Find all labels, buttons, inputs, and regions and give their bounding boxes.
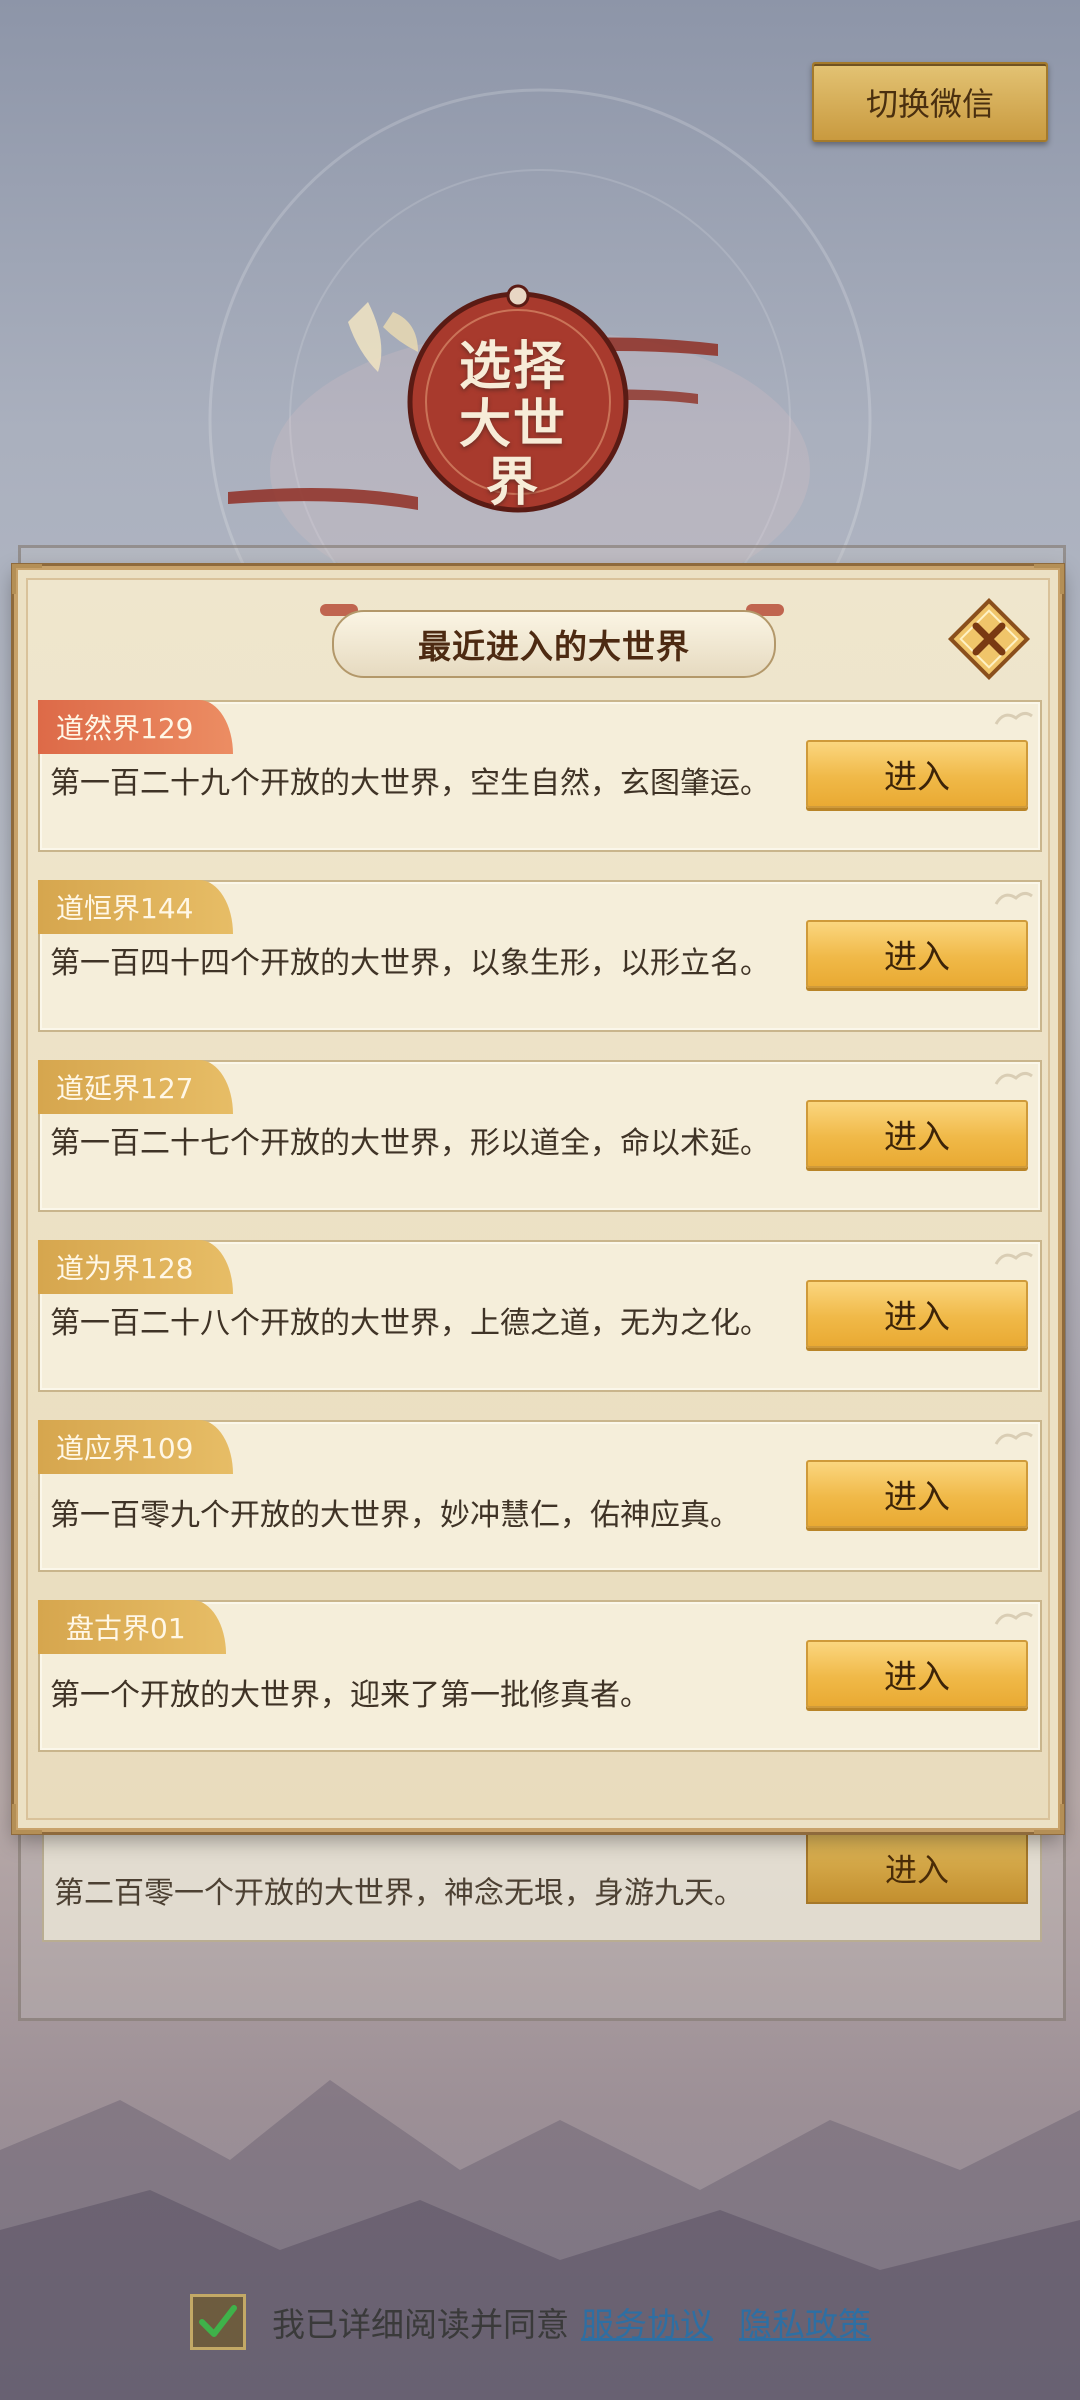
- world-description: 第一百二十七个开放的大世界，形以道全，命以术延。: [50, 1126, 770, 1161]
- world-description: 第一百四十四个开放的大世界，以象生形，以形立名。: [50, 946, 770, 981]
- enter-world-button[interactable]: 进入: [806, 1640, 1028, 1708]
- cloud-ornament-icon: [994, 1611, 1033, 1625]
- agreement-row: 我已详细阅读并同意 服务协议 隐私政策: [190, 2290, 871, 2354]
- world-description: 第一百二十八个开放的大世界，上德之道，无为之化。: [50, 1306, 770, 1341]
- close-icon[interactable]: [946, 596, 1032, 682]
- agreement-checkbox[interactable]: [190, 2294, 246, 2350]
- modal-title: 最近进入的大世界: [332, 610, 776, 678]
- service-agreement-link[interactable]: 服务协议: [581, 2298, 713, 2346]
- world-name-tag: 道恒界144: [38, 880, 234, 934]
- corner-ornament: [12, 1804, 42, 1834]
- privacy-policy-link[interactable]: 隐私政策: [739, 2298, 871, 2346]
- world-card: 盘古界01 第一个开放的大世界，迎来了第一批修真者。 进入: [38, 1600, 1042, 1752]
- enter-world-button[interactable]: 进入: [806, 920, 1028, 988]
- world-card: 道然界129 第一百二十九个开放的大世界，空生自然，玄图肇运。 进入: [38, 700, 1042, 852]
- cloud-ornament-icon: [994, 711, 1033, 725]
- world-card: 道应界109 第一百零九个开放的大世界，妙冲慧仁，佑神应真。 进入: [38, 1420, 1042, 1572]
- enter-world-button[interactable]: 进入: [806, 740, 1028, 808]
- corner-ornament: [1034, 1804, 1064, 1834]
- world-description: 第一个开放的大世界，迎来了第一批修真者。: [50, 1678, 650, 1713]
- cloud-ornament-icon: [994, 1071, 1033, 1085]
- world-name-tag: 盘古界01: [38, 1600, 226, 1654]
- world-card: 道延界127 第一百二十七个开放的大世界，形以道全，命以术延。 进入: [38, 1060, 1042, 1212]
- cloud-ornament-icon: [994, 1251, 1033, 1265]
- cloud-ornament-icon: [994, 891, 1033, 905]
- world-name-tag: 道延界127: [38, 1060, 234, 1114]
- checkmark-icon: [199, 2305, 237, 2337]
- enter-world-button[interactable]: 进入: [806, 1100, 1028, 1168]
- background-world-desc: 第二百零一个开放的大世界，神念无垠，身游九天。: [54, 1876, 744, 1911]
- emblem-title: 选择大世界: [458, 336, 567, 513]
- corner-ornament: [1034, 564, 1064, 594]
- enter-world-button[interactable]: 进入: [806, 1280, 1028, 1348]
- world-description: 第一百二十九个开放的大世界，空生自然，玄图肇运。: [50, 766, 770, 801]
- enter-world-button[interactable]: 进入: [806, 1460, 1028, 1528]
- world-card: 道为界128 第一百二十八个开放的大世界，上德之道，无为之化。 进入: [38, 1240, 1042, 1392]
- world-description: 第一百零九个开放的大世界，妙冲慧仁，佑神应真。: [50, 1498, 740, 1533]
- world-card: 道恒界144 第一百四十四个开放的大世界，以象生形，以形立名。 进入: [38, 880, 1042, 1032]
- switch-wechat-button[interactable]: 切换微信: [812, 62, 1048, 142]
- cloud-ornament-icon: [994, 1431, 1033, 1445]
- world-name-tag: 道为界128: [38, 1240, 234, 1294]
- recent-worlds-modal: 最近进入的大世界 道然界129 第一百二十九个开放的大世界，空生自然，玄图肇运。…: [12, 564, 1064, 1834]
- corner-ornament: [12, 564, 42, 594]
- agreement-text: 我已详细阅读并同意: [272, 2305, 569, 2344]
- world-name-tag: 道应界109: [38, 1420, 234, 1474]
- world-name-tag: 道然界129: [38, 700, 234, 754]
- background-enter-button[interactable]: 进入: [806, 1832, 1028, 1904]
